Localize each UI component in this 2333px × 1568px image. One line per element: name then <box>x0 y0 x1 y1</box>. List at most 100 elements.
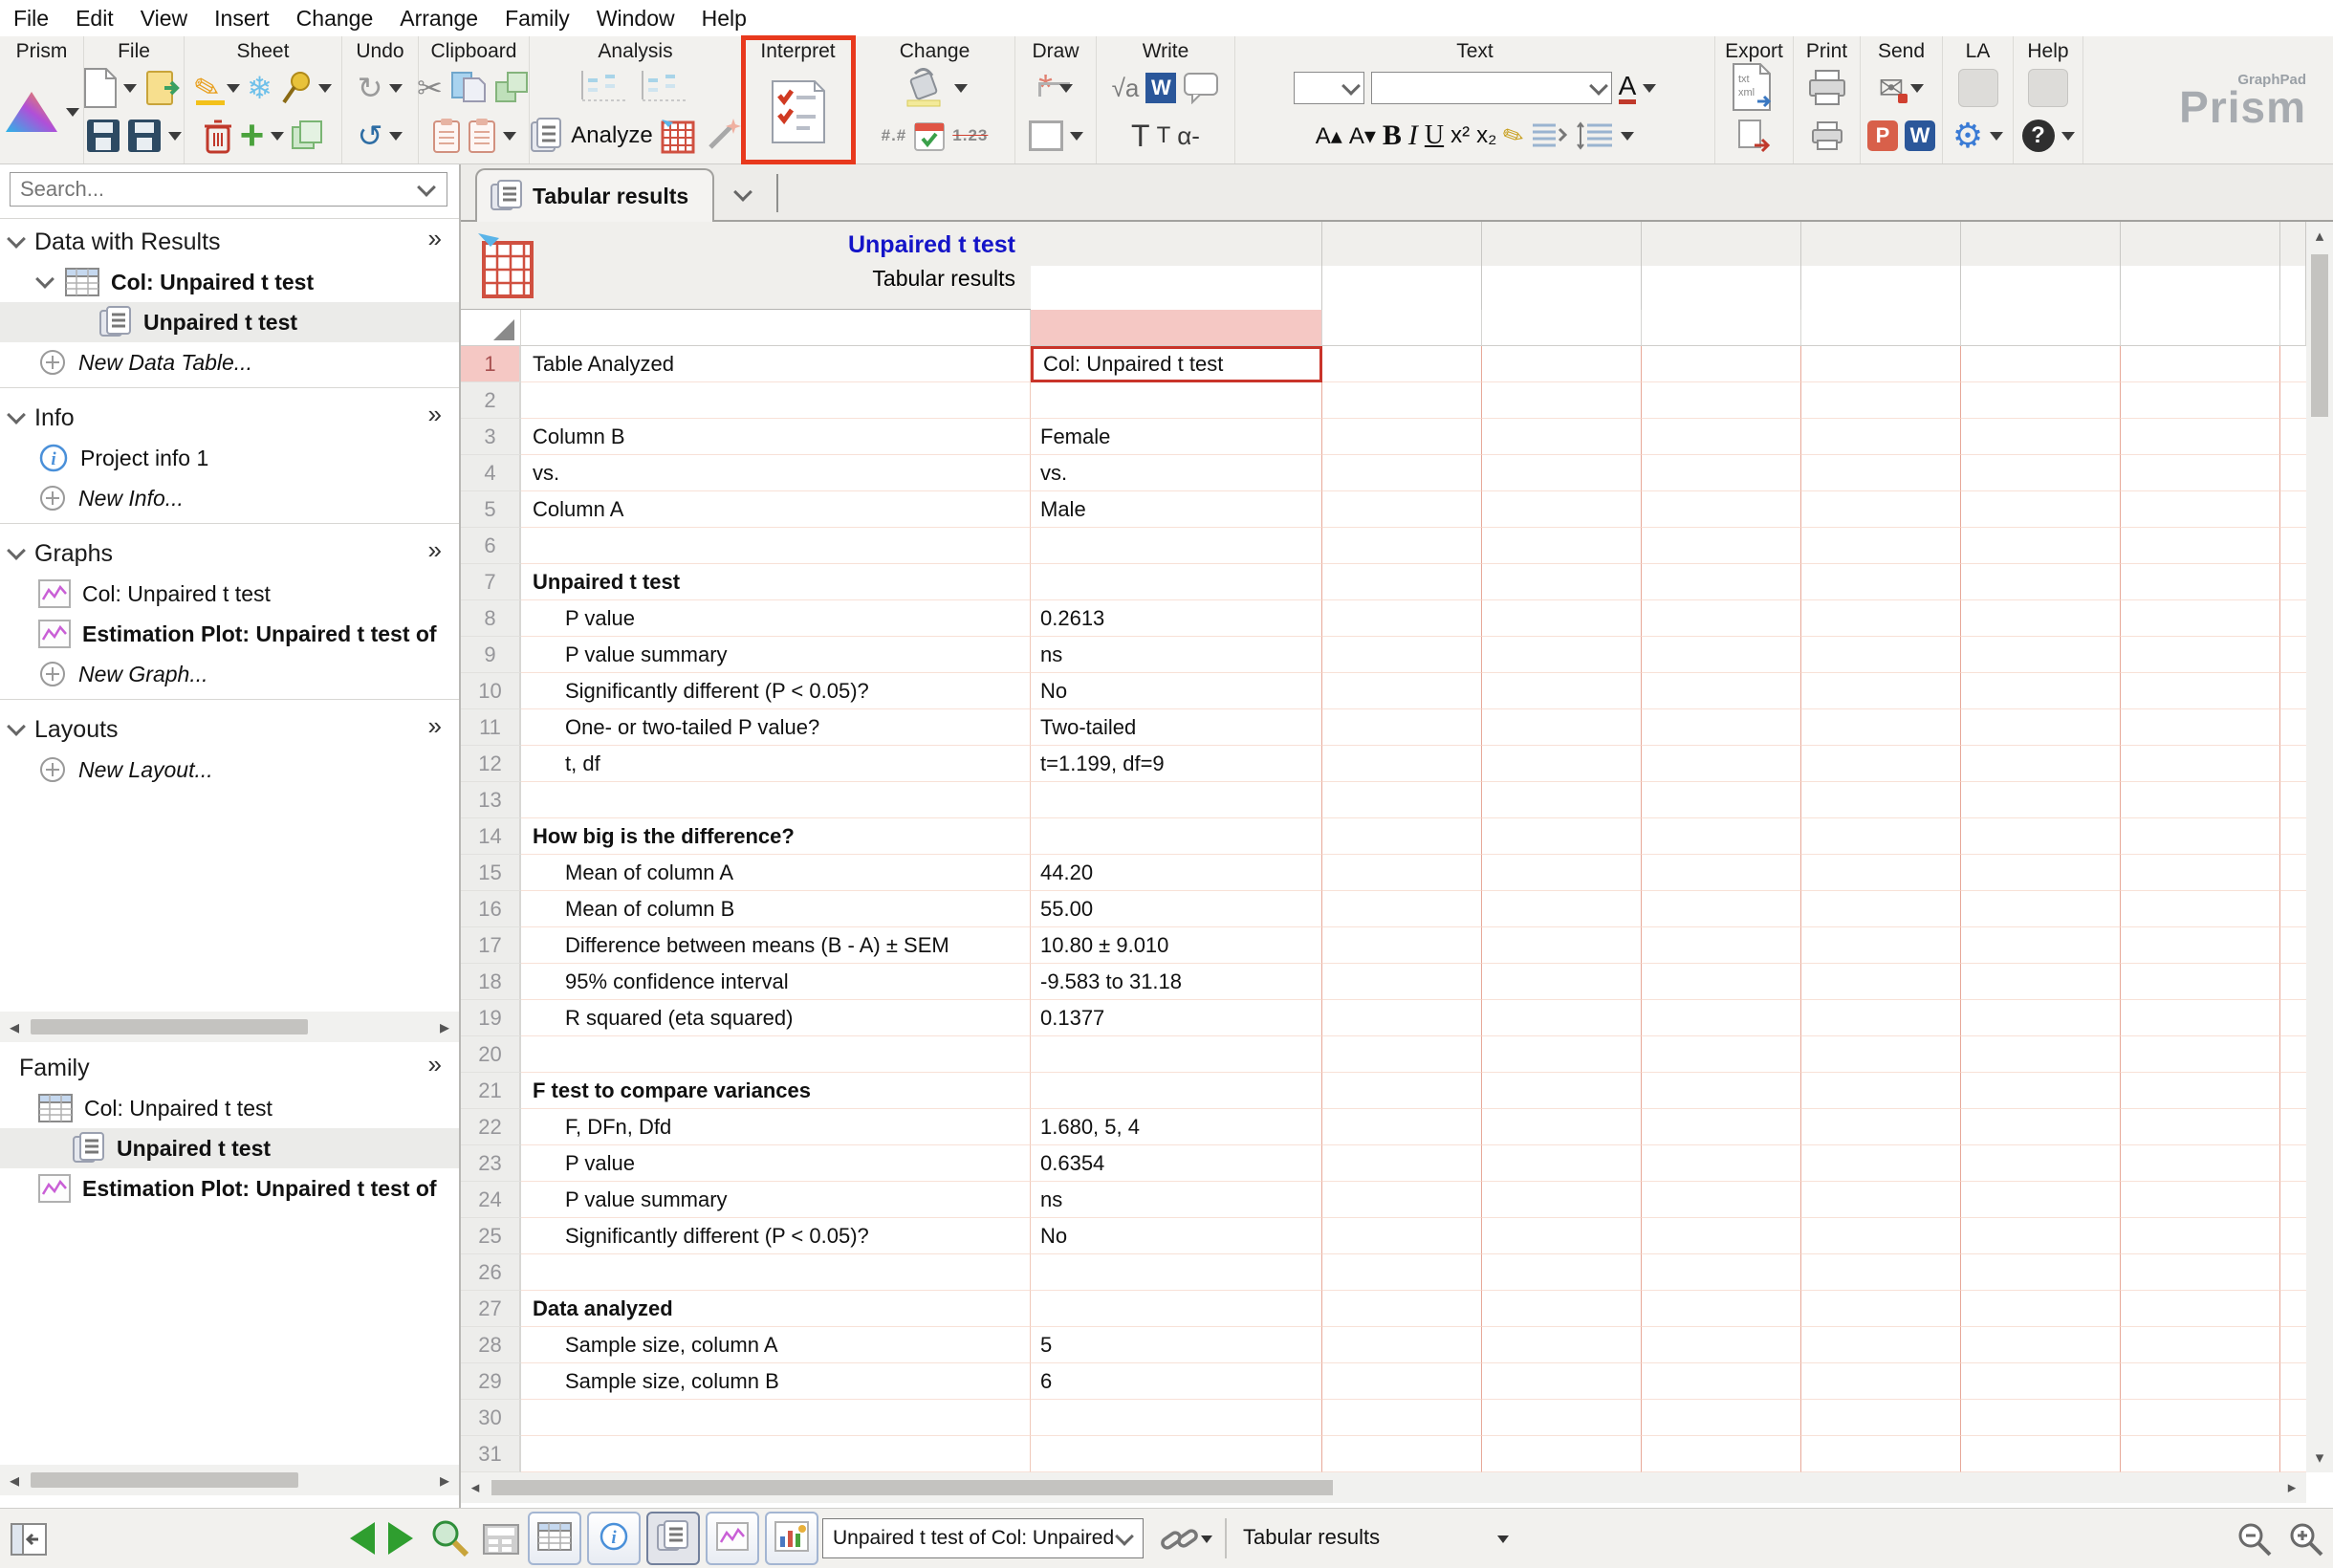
row-value-cell[interactable]: ns <box>1031 637 1322 673</box>
row-value-cell[interactable] <box>1031 782 1322 818</box>
corner-cell[interactable] <box>2121 310 2280 346</box>
interpret-doc-icon[interactable] <box>771 80 825 143</box>
printer-small-icon[interactable] <box>1810 120 1844 151</box>
row-value-cell[interactable]: 6 <box>1031 1363 1322 1400</box>
empty-cell[interactable] <box>1482 1000 1642 1036</box>
row-number[interactable]: 12 <box>461 746 521 782</box>
empty-cell[interactable] <box>2280 673 2306 709</box>
empty-cell[interactable] <box>1801 491 1961 528</box>
analyze-icon[interactable]: Analyze <box>571 122 652 149</box>
empty-cell[interactable] <box>1322 855 1482 891</box>
sidebar-item[interactable]: New Data Table... <box>0 342 459 382</box>
row-label-cell[interactable]: Sample size, column A <box>521 1327 1031 1363</box>
row-value-cell[interactable]: Col: Unpaired t test <box>1031 346 1322 382</box>
empty-cell[interactable] <box>1961 1145 2121 1182</box>
empty-cell[interactable] <box>1322 1000 1482 1036</box>
empty-cell[interactable] <box>1642 1327 1801 1363</box>
analysis-col-icon[interactable] <box>639 69 692 107</box>
row-number[interactable]: 14 <box>461 818 521 855</box>
sidebar-section-layouts[interactable]: Layouts » <box>0 709 459 750</box>
row-label-cell[interactable]: P value summary <box>521 1182 1031 1218</box>
pen-icon[interactable]: ✎ <box>1498 118 1529 152</box>
prism-logo-icon[interactable] <box>4 90 59 134</box>
empty-cell[interactable] <box>2280 1400 2306 1436</box>
empty-cell[interactable] <box>1642 818 1801 855</box>
scroll-right-icon[interactable]: ▸ <box>2278 1472 2306 1503</box>
row-label-cell[interactable]: R squared (eta squared) <box>521 1000 1031 1036</box>
bucket-icon[interactable] <box>902 68 948 108</box>
row-value-cell[interactable] <box>1031 1254 1322 1291</box>
empty-cell[interactable] <box>1322 346 1482 382</box>
row-number[interactable]: 23 <box>461 1145 521 1182</box>
printer-icon[interactable] <box>1806 69 1848 107</box>
row-label-cell[interactable] <box>521 782 1031 818</box>
empty-cell[interactable] <box>2280 600 2306 637</box>
empty-cell[interactable] <box>1642 600 1801 637</box>
row-number[interactable]: 19 <box>461 1000 521 1036</box>
chevron-down-icon[interactable] <box>417 178 436 197</box>
empty-cell[interactable] <box>1482 528 1642 564</box>
empty-cell[interactable] <box>1322 673 1482 709</box>
empty-cell[interactable] <box>2121 455 2280 491</box>
empty-cell[interactable] <box>1961 419 2121 455</box>
empty-cell[interactable] <box>1801 746 1961 782</box>
corner-col-b[interactable] <box>1031 310 1322 346</box>
corner-select-all[interactable] <box>461 310 521 346</box>
empty-cell[interactable] <box>1801 1182 1961 1218</box>
empty-cell[interactable] <box>2280 419 2306 455</box>
row-number[interactable]: 21 <box>461 1073 521 1109</box>
empty-cell[interactable] <box>1801 382 1961 419</box>
empty-cell[interactable] <box>1961 818 2121 855</box>
empty-cell[interactable] <box>1642 1109 1801 1145</box>
empty-cell[interactable] <box>2280 1291 2306 1327</box>
empty-cell[interactable] <box>2280 1109 2306 1145</box>
empty-cell[interactable] <box>1482 346 1642 382</box>
empty-cell[interactable] <box>2280 709 2306 746</box>
caret-icon[interactable] <box>317 83 332 93</box>
sidebar-section-data-with-results[interactable]: Data with Results » <box>0 222 459 262</box>
row-label-cell[interactable]: Significantly different (P < 0.05)? <box>521 1218 1031 1254</box>
empty-cell[interactable] <box>2121 891 2280 927</box>
tab-list-chevron-icon[interactable] <box>733 183 752 202</box>
save-icon[interactable] <box>86 119 120 153</box>
speech-icon[interactable] <box>1183 72 1219 104</box>
empty-cell[interactable] <box>1482 746 1642 782</box>
caret-icon[interactable] <box>1621 131 1635 141</box>
empty-cell[interactable] <box>1482 782 1642 818</box>
plus-green-icon[interactable]: + <box>240 115 265 157</box>
empty-cell[interactable] <box>2280 346 2306 382</box>
empty-cell[interactable] <box>1482 818 1642 855</box>
header-column-cell[interactable] <box>1961 266 2121 310</box>
empty-cell[interactable] <box>2280 1036 2306 1073</box>
star-icon[interactable]: * <box>1038 70 1071 105</box>
empty-cell[interactable] <box>2121 1145 2280 1182</box>
empty-cell[interactable] <box>2121 564 2280 600</box>
row-number[interactable]: 17 <box>461 927 521 964</box>
menu-arrange[interactable]: Arrange <box>400 6 478 32</box>
chevron-down-icon[interactable] <box>35 270 55 289</box>
sidebar-item[interactable]: Estimation Plot: Unpaired t test of <box>0 614 459 654</box>
caret-icon[interactable] <box>168 131 182 141</box>
empty-cell[interactable] <box>1801 1291 1961 1327</box>
row-value-cell[interactable]: Female <box>1031 419 1322 455</box>
empty-cell[interactable] <box>1961 1363 2121 1400</box>
empty-cell[interactable] <box>1482 382 1642 419</box>
empty-cell[interactable] <box>1961 600 2121 637</box>
empty-cell[interactable] <box>1801 891 1961 927</box>
row-number[interactable]: 6 <box>461 528 521 564</box>
row-label-cell[interactable]: Mean of column A <box>521 855 1031 891</box>
data-table-mini-icon[interactable] <box>483 1524 519 1559</box>
question-icon[interactable]: ? <box>2021 120 2055 152</box>
row-label-cell[interactable]: Unpaired t test <box>521 564 1031 600</box>
empty-cell[interactable] <box>1961 1400 2121 1436</box>
empty-cell[interactable] <box>2121 709 2280 746</box>
empty-cell[interactable] <box>1961 855 2121 891</box>
empty-cell[interactable] <box>1801 1218 1961 1254</box>
row-label-cell[interactable]: F, DFn, Dfd <box>521 1109 1031 1145</box>
empty-cell[interactable] <box>2121 1109 2280 1145</box>
a-sub-icon[interactable]: A▾ <box>1349 122 1376 150</box>
empty-cell[interactable] <box>1801 855 1961 891</box>
row-number[interactable]: 30 <box>461 1400 521 1436</box>
empty-cell[interactable] <box>2121 1036 2280 1073</box>
caret-icon[interactable] <box>66 107 79 117</box>
